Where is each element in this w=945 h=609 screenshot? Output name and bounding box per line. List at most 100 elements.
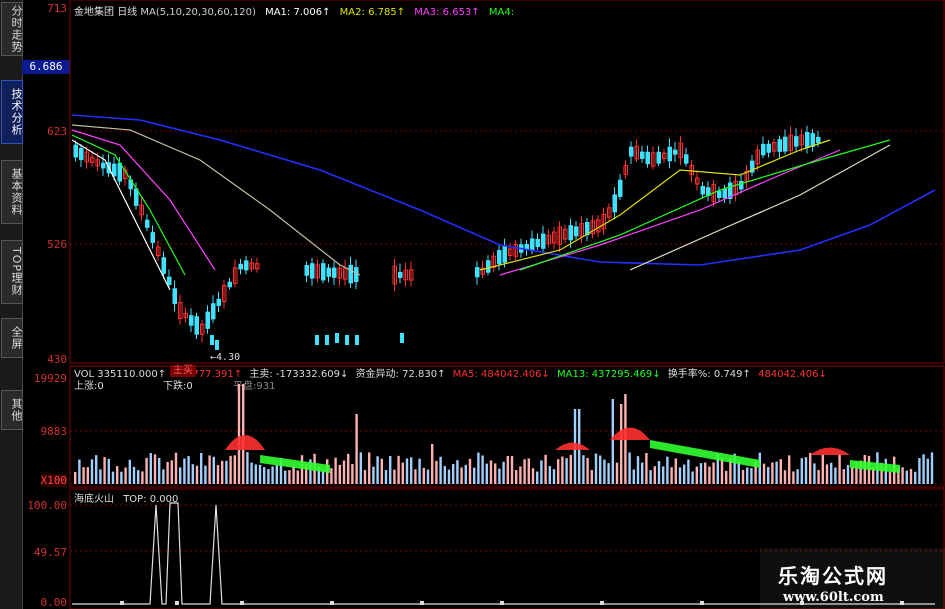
volume-bar: [401, 462, 404, 484]
candle-body: [335, 333, 339, 343]
volume-bar: [120, 471, 123, 484]
volume-bar: [292, 465, 295, 484]
volume-bar: [842, 469, 845, 484]
volume-bar: [704, 462, 707, 484]
candle-body: [612, 194, 617, 213]
volume-bar: [804, 457, 808, 484]
volume-bar: [166, 461, 169, 484]
volume-bar: [321, 470, 325, 484]
volume-bar: [926, 458, 929, 484]
volume-bar: [653, 466, 656, 484]
volume-bar: [620, 404, 623, 484]
volume-bar: [687, 459, 690, 484]
volume-bar: [888, 471, 892, 484]
volume-bar: [544, 454, 547, 484]
volume-bar: [111, 471, 115, 484]
volume-bar: [485, 463, 488, 484]
volume-bar: [179, 467, 182, 484]
volume-bar: [481, 455, 484, 484]
volume-bar: [158, 457, 161, 484]
volume-bar: [695, 466, 698, 484]
volume-bar: [691, 471, 694, 484]
candle-body: [348, 264, 353, 284]
volume-bar: [456, 460, 459, 484]
volume-bar: [347, 453, 350, 484]
indicator-marker: [600, 601, 604, 605]
candle-body: [475, 267, 480, 278]
volume-bar: [363, 470, 367, 484]
volume-bar: [284, 470, 287, 484]
volume-bar: [443, 466, 446, 484]
volume-bar: [783, 470, 787, 484]
volume-bar: [494, 463, 497, 484]
volume-bar: [746, 467, 749, 484]
candle-body: [398, 271, 403, 279]
candle-body: [216, 298, 221, 306]
volume-bar: [502, 461, 505, 484]
volume-bar: [132, 466, 136, 484]
candle-body: [172, 288, 177, 304]
candle-body: [117, 162, 122, 182]
volume-bar: [813, 463, 816, 484]
volume-bar: [124, 467, 127, 484]
volume-bar: [846, 465, 850, 484]
volume-bar: [594, 453, 598, 484]
candle-body: [354, 267, 359, 282]
candle-body: [161, 257, 166, 274]
volume-bar: [418, 458, 421, 484]
candle-body: [215, 340, 219, 350]
volume-bar: [531, 468, 535, 484]
volume-bar: [909, 468, 913, 484]
candle-body: [332, 267, 337, 278]
candle-body: [766, 143, 771, 153]
candle-body: [783, 136, 788, 152]
volume-bar: [368, 452, 371, 484]
volume-bar: [431, 444, 434, 484]
volume-bar: [901, 467, 904, 484]
volume-bar: [447, 469, 451, 484]
volume-bar: [460, 467, 463, 484]
volume-bar: [498, 468, 501, 484]
volume-bar: [334, 457, 337, 484]
candle-body: [145, 219, 150, 228]
ma-khaki-line: [71, 124, 361, 276]
candlesticks: [73, 125, 821, 350]
volume-bar: [233, 455, 236, 484]
candle-body: [211, 303, 216, 320]
volume-bar: [771, 462, 774, 484]
volume-bar: [720, 457, 724, 484]
volume-bar: [825, 464, 829, 484]
volume-bar: [557, 459, 560, 484]
volume-bar: [569, 454, 572, 484]
volume-bar: [758, 452, 761, 484]
volume-bar: [527, 458, 530, 484]
volume-bar: [561, 456, 564, 484]
candle-body: [722, 188, 727, 199]
volume-bar: [258, 464, 262, 484]
volume-bar: [86, 467, 89, 484]
volume-bar: [506, 455, 509, 484]
volume-bar: [107, 458, 110, 484]
volume-bar: [519, 466, 522, 484]
volume-bar: [914, 471, 917, 484]
volume-bar: [359, 452, 362, 484]
indicator-marker: [700, 601, 704, 605]
volume-bar: [750, 468, 753, 484]
volume-bar: [489, 460, 493, 484]
candle-body: [640, 151, 645, 159]
volume-bar: [170, 460, 173, 484]
volume-bar: [271, 466, 274, 484]
volume-bar: [725, 470, 728, 484]
volume-bar: [208, 455, 211, 484]
kline-chart[interactable]: [0, 0, 945, 609]
candle-body: [739, 180, 744, 190]
volume-bar: [183, 458, 186, 484]
panel-border: [69, 0, 945, 364]
volume-bar: [851, 466, 854, 484]
volume-bar: [296, 470, 299, 484]
volume-bar: [523, 459, 526, 484]
volume-bar: [405, 458, 409, 484]
volume-bar: [99, 469, 102, 484]
low-price-label: ←4.30: [210, 352, 241, 363]
volume-bar: [599, 455, 602, 484]
